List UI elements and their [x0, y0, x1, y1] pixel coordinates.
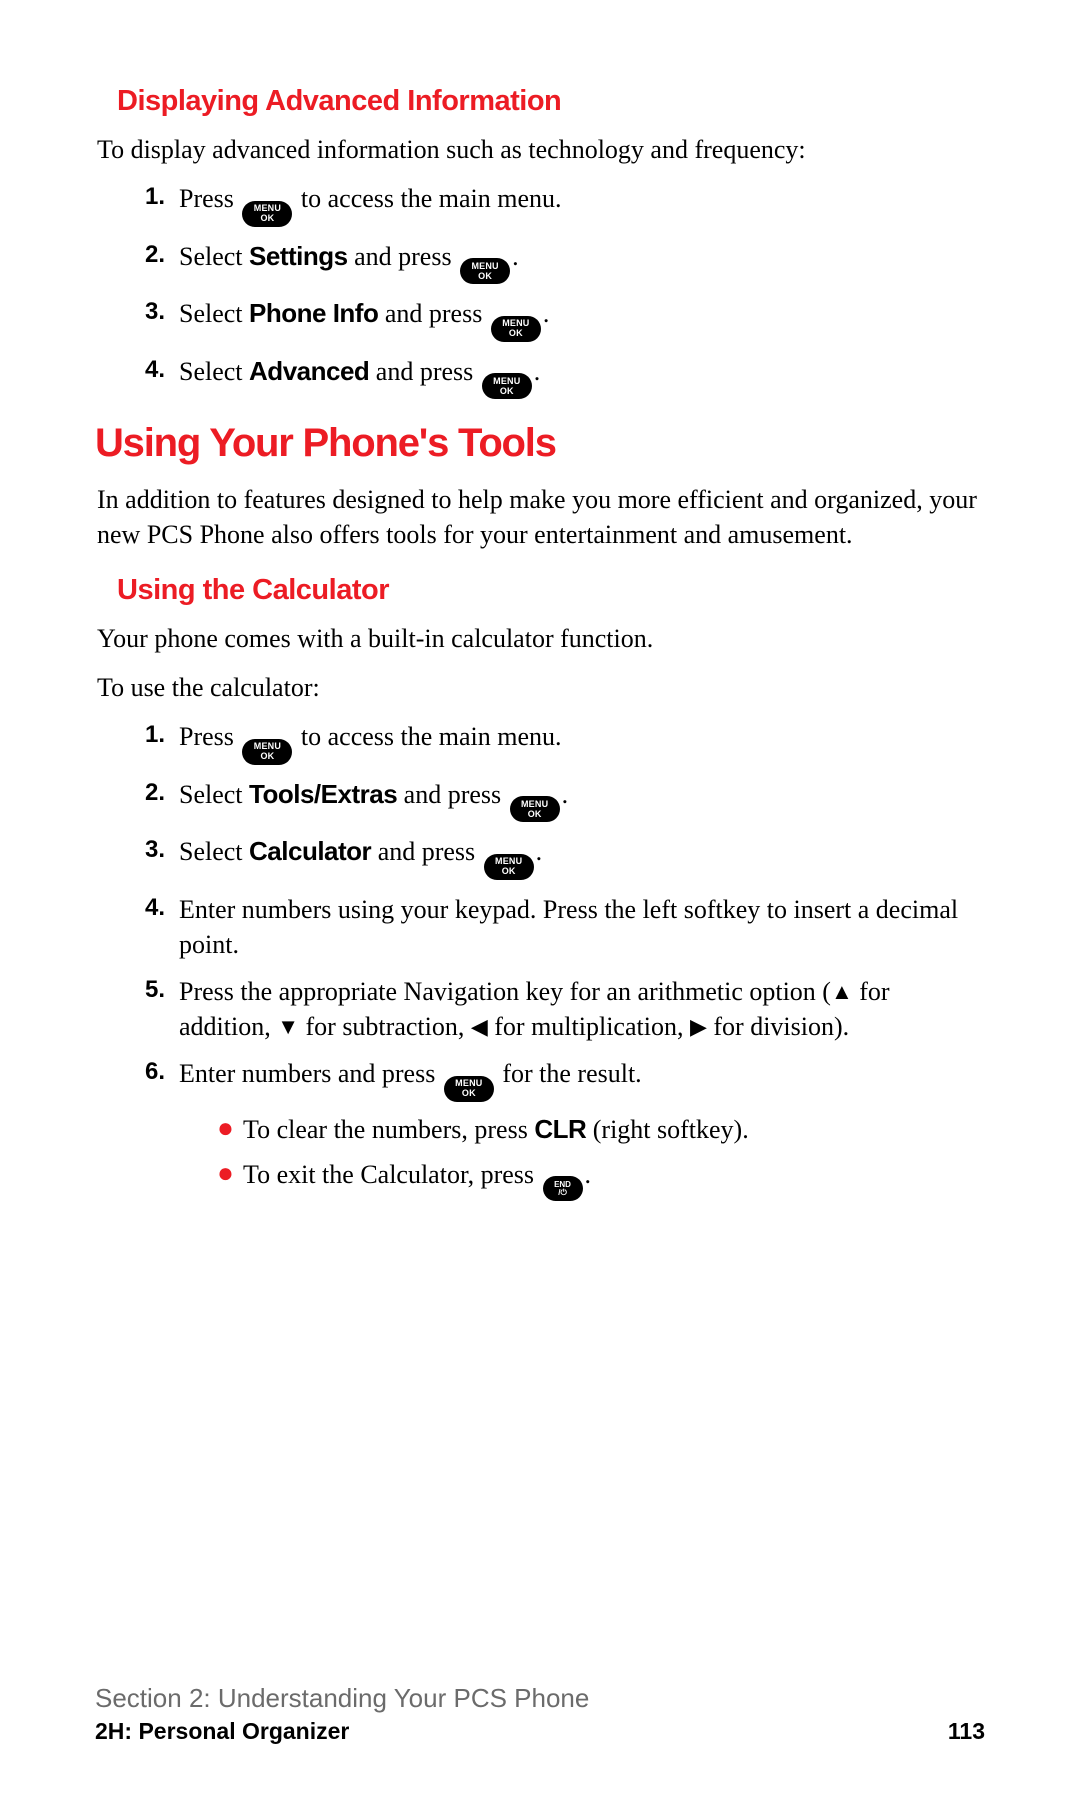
list-item: 1. Press MENUOK to access the main menu. [145, 181, 985, 227]
bold-text: Settings [249, 241, 348, 271]
text: and press [348, 242, 458, 271]
sub-list-item: ● To clear the numbers, press CLR (right… [217, 1112, 985, 1147]
bold-text: Advanced [249, 356, 369, 386]
list-item: 2. Select Tools/Extras and press MENUOK. [145, 777, 985, 823]
list-number: 3. [145, 834, 179, 880]
text: . [585, 1160, 592, 1189]
text: . [536, 837, 543, 866]
intro-text-tools: In addition to features designed to help… [97, 482, 985, 552]
list-body: Select Phone Info and press MENUOK. [179, 296, 985, 342]
list-number: 5. [145, 974, 179, 1044]
menu-ok-icon: MENUOK [242, 201, 292, 227]
text: Select [179, 242, 249, 271]
menu-ok-icon: MENUOK [484, 854, 534, 880]
menu-ok-icon: MENUOK [510, 796, 560, 822]
page-number: 113 [948, 1718, 985, 1745]
calc-intro-1: Your phone comes with a built-in calcula… [97, 621, 985, 656]
menu-ok-icon: MENUOK [460, 258, 510, 284]
list-item: 1. Press MENUOK to access the main menu. [145, 719, 985, 765]
text: and press [397, 780, 507, 809]
text: for division). [707, 1012, 849, 1041]
list-body: Select Settings and press MENUOK. [179, 239, 985, 285]
menu-ok-icon: MENUOK [242, 739, 292, 765]
list-body: Select Tools/Extras and press MENUOK. [179, 777, 985, 823]
text: Press the appropriate Navigation key for… [179, 977, 831, 1006]
list-body: Press MENUOK to access the main menu. [179, 719, 985, 765]
list-body: Press MENUOK to access the main menu. [179, 181, 985, 227]
calc-intro-2: To use the calculator: [97, 670, 985, 705]
text: and press [378, 299, 488, 328]
text: To clear the numbers, press [243, 1115, 534, 1144]
list-body: Select Calculator and press MENUOK. [179, 834, 985, 880]
bold-text: Tools/Extras [249, 779, 397, 809]
list-item: 4. Select Advanced and press MENUOK. [145, 354, 985, 400]
list-item: 3. Select Phone Info and press MENUOK. [145, 296, 985, 342]
text: for the result. [496, 1059, 642, 1088]
text: for subtraction, [299, 1012, 471, 1041]
bold-text: CLR [534, 1114, 586, 1144]
text: for multiplication, [488, 1012, 690, 1041]
sub-text: To clear the numbers, press CLR (right s… [243, 1112, 749, 1147]
list-item: 5. Press the appropriate Navigation key … [145, 974, 985, 1044]
text: . [534, 357, 541, 386]
text: Select [179, 780, 249, 809]
end-power-icon: END/⏻ [543, 1176, 583, 1201]
menu-ok-icon: MENUOK [491, 316, 541, 342]
list-item: 3. Select Calculator and press MENUOK. [145, 834, 985, 880]
subheading-calculator: Using the Calculator [117, 574, 985, 607]
list-body: Enter numbers and press MENUOK for the r… [179, 1056, 985, 1211]
text: to access the main menu. [294, 184, 561, 213]
main-heading-tools: Using Your Phone's Tools [95, 421, 985, 466]
text: to access the main menu. [294, 722, 561, 751]
list-number: 6. [145, 1056, 179, 1211]
list-item: 4. Enter numbers using your keypad. Pres… [145, 892, 985, 962]
sub-list-item: ● To exit the Calculator, press END/⏻. [217, 1157, 985, 1202]
list-advanced: 1. Press MENUOK to access the main menu.… [145, 181, 985, 399]
triangle-down-icon: ▼ [277, 1014, 299, 1039]
text: . [512, 242, 519, 271]
list-item: 6. Enter numbers and press MENUOK for th… [145, 1056, 985, 1211]
list-body: Enter numbers using your keypad. Press t… [179, 892, 985, 962]
bold-text: Calculator [249, 836, 371, 866]
list-number: 2. [145, 239, 179, 285]
triangle-right-icon: ▶ [690, 1014, 707, 1039]
text: . [562, 780, 569, 809]
triangle-left-icon: ◀ [471, 1014, 488, 1039]
list-number: 4. [145, 892, 179, 962]
menu-ok-icon: MENUOK [444, 1076, 494, 1102]
list-body: Press the appropriate Navigation key for… [179, 974, 985, 1044]
triangle-up-icon: ▲ [831, 979, 853, 1004]
text: . [543, 299, 550, 328]
text: Press [179, 722, 240, 751]
bullet-icon: ● [217, 1157, 243, 1202]
list-calculator: 1. Press MENUOK to access the main menu.… [145, 719, 985, 1211]
list-item: 2. Select Settings and press MENUOK. [145, 239, 985, 285]
text: and press [369, 357, 479, 386]
bold-text: Phone Info [249, 298, 378, 328]
text: Enter numbers and press [179, 1059, 442, 1088]
text: Select [179, 299, 249, 328]
list-number: 3. [145, 296, 179, 342]
text: Select [179, 357, 249, 386]
text: Press [179, 184, 240, 213]
list-number: 1. [145, 181, 179, 227]
page-footer: Section 2: Understanding Your PCS Phone … [95, 1683, 985, 1745]
list-number: 1. [145, 719, 179, 765]
intro-text-advanced: To display advanced information such as … [97, 132, 985, 167]
footer-chapter: 2H: Personal Organizer [95, 1718, 349, 1745]
text: and press [371, 837, 481, 866]
list-body: Select Advanced and press MENUOK. [179, 354, 985, 400]
subheading-advanced: Displaying Advanced Information [117, 85, 985, 118]
sub-text: To exit the Calculator, press END/⏻. [243, 1157, 591, 1202]
list-number: 4. [145, 354, 179, 400]
menu-ok-icon: MENUOK [482, 373, 532, 399]
footer-section: Section 2: Understanding Your PCS Phone [95, 1683, 985, 1714]
text: To exit the Calculator, press [243, 1160, 541, 1189]
text: (right softkey). [586, 1115, 748, 1144]
bullet-icon: ● [217, 1112, 243, 1147]
text: Select [179, 837, 249, 866]
list-number: 2. [145, 777, 179, 823]
sub-list: ● To clear the numbers, press CLR (right… [217, 1112, 985, 1202]
